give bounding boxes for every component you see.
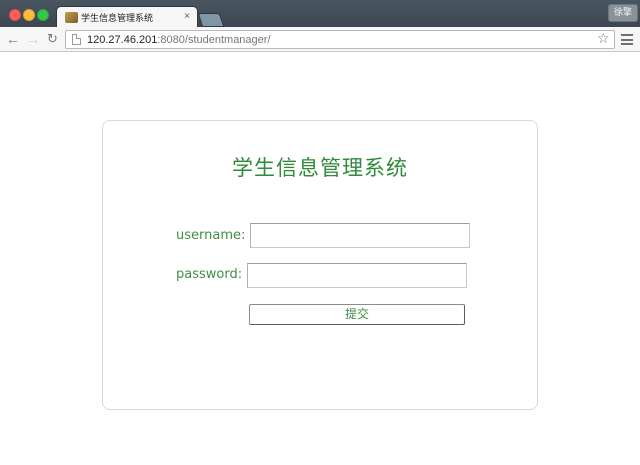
url-host: 120.27.46.201 <box>87 34 158 46</box>
address-url[interactable]: 120.27.46.201:8080/studentmanager/ <box>87 33 271 47</box>
browser-titlebar: 学生信息管理系统 × 徐擎 <box>0 0 640 28</box>
username-label: username: <box>176 228 246 243</box>
page-icon <box>72 34 81 45</box>
profile-button[interactable]: 徐擎 <box>608 4 638 22</box>
tab-title: 学生信息管理系统 <box>81 14 154 24</box>
window-close-button[interactable] <box>9 9 21 21</box>
forward-arrow-icon[interactable]: → <box>26 31 40 47</box>
browser-tab-active[interactable]: 学生信息管理系统 × <box>56 6 198 28</box>
tab-close-icon[interactable]: × <box>184 11 190 23</box>
login-card: 学生信息管理系统 username: password: 提交 <box>102 120 538 410</box>
username-input[interactable] <box>250 223 470 248</box>
reload-icon[interactable]: ↻ <box>47 31 58 47</box>
back-arrow-icon[interactable]: ← <box>6 31 20 47</box>
window-minimize-button[interactable] <box>23 9 35 21</box>
bookmark-star-icon[interactable]: ☆ <box>597 30 610 47</box>
submit-button[interactable]: 提交 <box>249 304 465 325</box>
window-maximize-button[interactable] <box>37 9 49 21</box>
password-input[interactable] <box>247 263 467 288</box>
browser-toolbar: ← → ↻ 120.27.46.201:8080/studentmanager/… <box>0 27 640 52</box>
address-bar[interactable]: 120.27.46.201:8080/studentmanager/ ☆ <box>65 30 615 49</box>
page-content: 学生信息管理系统 username: password: 提交 <box>0 53 640 465</box>
menu-hamburger-icon[interactable] <box>621 34 633 45</box>
favicon-icon <box>65 12 78 23</box>
url-path: :8080/studentmanager/ <box>157 34 271 46</box>
new-tab-button[interactable] <box>197 13 225 27</box>
password-label: password: <box>176 267 243 282</box>
page-title: 学生信息管理系统 <box>232 156 408 180</box>
